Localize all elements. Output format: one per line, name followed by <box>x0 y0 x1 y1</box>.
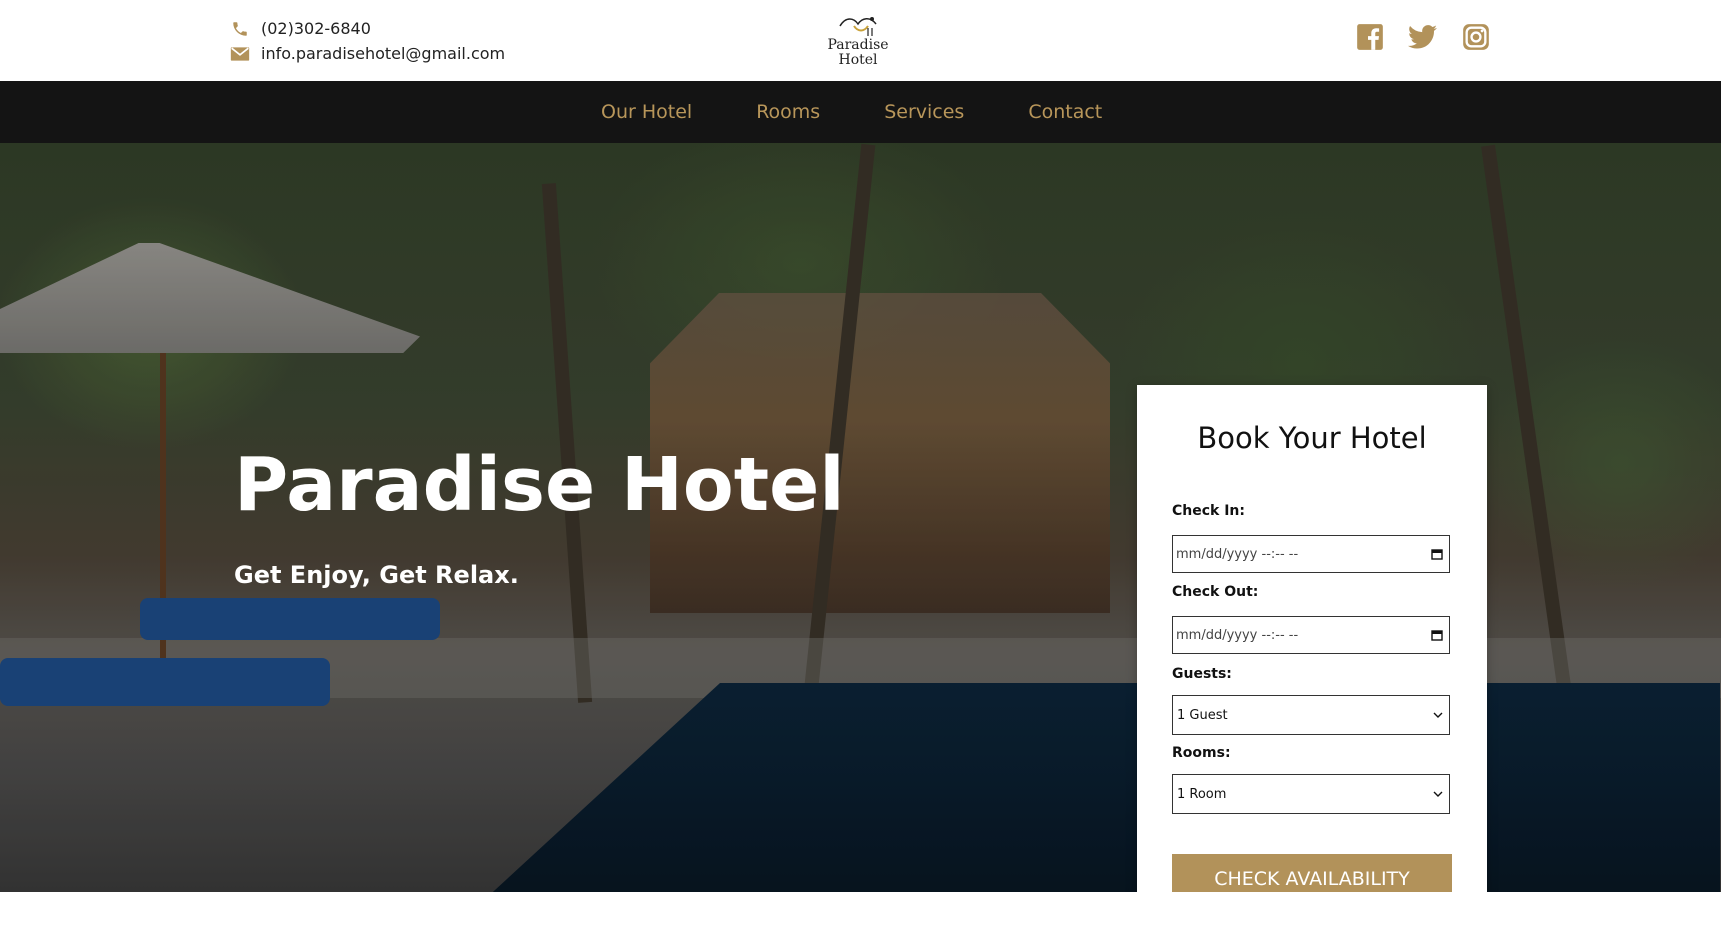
nav-item-services[interactable]: Services <box>884 101 964 123</box>
check-in-label: Check In: <box>1172 503 1245 519</box>
booking-title: Book Your Hotel <box>1197 421 1427 455</box>
twitter-icon[interactable] <box>1408 22 1437 51</box>
rooms-select[interactable]: 1 Room <box>1172 774 1450 814</box>
check-out-label: Check Out: <box>1172 584 1259 600</box>
guests-value: 1 Guest <box>1177 707 1228 723</box>
phone-number[interactable]: (02)302-6840 <box>261 19 371 38</box>
email-address[interactable]: info.paradisehotel@gmail.com <box>261 44 505 63</box>
logo-bird-icon <box>839 17 877 36</box>
chevron-down-icon <box>1433 708 1443 723</box>
facebook-icon[interactable] <box>1355 22 1384 51</box>
check-out-input[interactable]: mm/dd/yyyy --:-- -- <box>1172 616 1450 654</box>
contact-info: (02)302-6840 info.paradisehotel@gmail.co… <box>229 16 505 66</box>
chevron-down-icon <box>1433 787 1443 802</box>
email-row: info.paradisehotel@gmail.com <box>229 41 505 66</box>
nav-item-contact[interactable]: Contact <box>1028 101 1102 123</box>
guests-select[interactable]: 1 Guest <box>1172 695 1450 735</box>
nav-item-our-hotel[interactable]: Our Hotel <box>601 101 692 123</box>
instagram-icon[interactable] <box>1461 22 1490 51</box>
main-nav: Our Hotel Rooms Services Contact <box>0 81 1721 143</box>
phone-icon <box>229 18 251 40</box>
logo-text-line2: Hotel <box>838 52 878 68</box>
nav-list: Our Hotel Rooms Services Contact <box>601 81 1102 143</box>
nav-item-rooms[interactable]: Rooms <box>756 101 820 123</box>
calendar-icon[interactable] <box>1431 629 1443 641</box>
top-bar: (02)302-6840 info.paradisehotel@gmail.co… <box>0 0 1721 81</box>
calendar-icon[interactable] <box>1431 548 1443 560</box>
booking-form: Book Your Hotel Check In: mm/dd/yyyy --:… <box>1137 385 1487 892</box>
hero-title: Paradise Hotel <box>234 442 845 528</box>
rooms-value: 1 Room <box>1177 786 1227 802</box>
hotel-logo[interactable]: Paradise Hotel <box>818 12 898 74</box>
guests-label: Guests: <box>1172 666 1232 682</box>
hero-section: Paradise Hotel Get Enjoy, Get Relax. Boo… <box>0 143 1721 892</box>
social-links <box>1355 22 1490 51</box>
logo-text-line1: Paradise <box>827 37 889 53</box>
rooms-label: Rooms: <box>1172 745 1231 761</box>
mail-icon <box>229 43 251 65</box>
check-availability-button[interactable]: CHECK AVAILABILITY <box>1172 854 1452 892</box>
phone-row: (02)302-6840 <box>229 16 505 41</box>
hero-subtitle: Get Enjoy, Get Relax. <box>234 561 519 589</box>
check-in-placeholder: mm/dd/yyyy --:-- -- <box>1176 546 1299 562</box>
check-out-placeholder: mm/dd/yyyy --:-- -- <box>1176 627 1299 643</box>
check-in-input[interactable]: mm/dd/yyyy --:-- -- <box>1172 535 1450 573</box>
